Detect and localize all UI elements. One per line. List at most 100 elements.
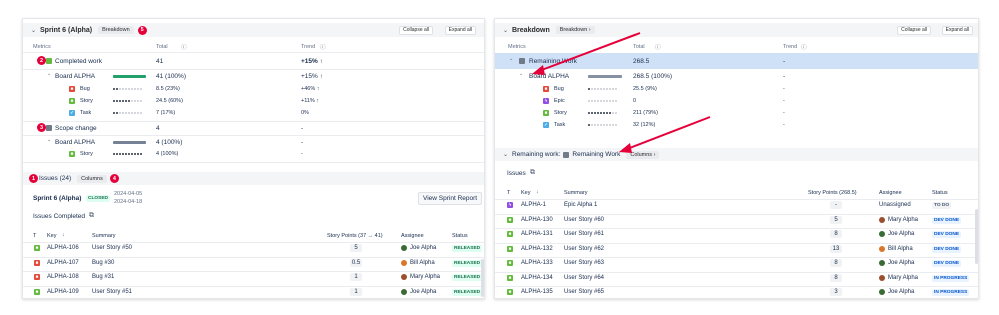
expand-all-button[interactable]: Expand all xyxy=(444,26,476,35)
scope-trend: - xyxy=(301,125,304,132)
columns-button[interactable]: Columns xyxy=(77,174,107,183)
sort-arrow-icon[interactable]: ↓ xyxy=(62,232,65,238)
square-icon xyxy=(46,58,52,64)
annotation-badge-2: 2 xyxy=(37,56,46,65)
board-alpha-trend: +15% ↑ xyxy=(301,73,323,80)
annotation-arrows xyxy=(532,32,711,153)
assignee-name[interactable]: Joe Alpha xyxy=(410,245,436,251)
status-badge[interactable]: RELEASED xyxy=(452,259,483,267)
board-alpha-label[interactable]: Board ALPHA xyxy=(55,73,95,80)
summary-column-header[interactable]: Summary xyxy=(92,233,116,239)
completed-total: 41 xyxy=(156,58,164,65)
issues-completed-title: Issues Completed xyxy=(33,213,86,220)
annotation-arrowhead xyxy=(532,65,545,75)
chevron-down-icon[interactable]: ⌄ xyxy=(31,27,40,34)
proportion-dots xyxy=(113,99,142,102)
issue-key[interactable]: ALPHA-109 xyxy=(47,289,79,295)
completed-trend: +15% ↑ xyxy=(301,58,323,65)
sprint-status-badge: CLOSED xyxy=(86,195,110,202)
bug-label: Bug xyxy=(80,86,90,92)
chevron-down-icon[interactable]: ⌄ xyxy=(47,71,51,77)
row-divider xyxy=(23,285,484,287)
type-column-header: T xyxy=(33,233,37,239)
sprint-start-date: 2024-04-05 xyxy=(114,191,143,197)
avatar xyxy=(401,245,407,251)
issue-summary[interactable]: Bug #31 xyxy=(92,274,114,280)
proportion-dots xyxy=(113,111,142,114)
annotation-arrow-line xyxy=(538,32,641,72)
story-icon: ■ xyxy=(34,288,40,295)
metrics-column-header: Metrics xyxy=(33,44,51,50)
story-icon: ■ xyxy=(69,151,75,157)
assignee-column-header[interactable]: Assignee xyxy=(401,233,424,239)
issue-key[interactable]: ALPHA-107 xyxy=(47,260,79,266)
avatar xyxy=(401,259,407,266)
assignee-name[interactable]: Bill Alpha xyxy=(410,260,435,266)
status-badge[interactable]: RELEASED xyxy=(452,274,483,281)
story-icon: ■ xyxy=(34,245,40,251)
external-link-icon[interactable]: ⧉ xyxy=(89,212,94,220)
story-points-value[interactable]: 0.5 xyxy=(350,258,362,267)
view-sprint-report-button[interactable]: View Sprint Report xyxy=(418,192,483,205)
bug-trend: +46% ↑ xyxy=(301,86,320,92)
issue-key[interactable]: ALPHA-106 xyxy=(47,245,79,251)
screenshot-canvas: { "left": { "header": {"title":"Sprint 6… xyxy=(0,0,999,315)
info-icon: ⓘ xyxy=(320,45,326,51)
scope-story-label: Story xyxy=(80,151,93,157)
scope-change-label[interactable]: Scope change xyxy=(55,125,97,132)
issue-key[interactable]: ALPHA-108 xyxy=(47,274,79,280)
scope-board-label[interactable]: Board ALPHA xyxy=(55,139,95,146)
status-badge[interactable]: RELEASED xyxy=(452,245,483,252)
story-total: 24.5 (60%) xyxy=(156,98,183,104)
annotation-arrow-line xyxy=(626,116,711,150)
scope-story-total: 4 (100%) xyxy=(156,151,179,157)
collapse-all-button[interactable]: Collapse all xyxy=(399,26,433,35)
bug-icon: ■ xyxy=(34,274,40,280)
story-points-column-header[interactable]: Story Points (37 → 41) xyxy=(327,233,383,239)
issue-summary[interactable]: User Story #51 xyxy=(92,289,132,295)
story-points-value[interactable]: 5 xyxy=(350,244,362,252)
task-total: 7 (17%) xyxy=(156,110,176,116)
assignee-name[interactable]: Joe Alpha xyxy=(410,289,436,295)
story-points-value[interactable]: 1 xyxy=(350,287,362,296)
task-icon: ✓ xyxy=(69,110,75,116)
scope-story-trend: - xyxy=(301,151,303,157)
assignee-name[interactable]: Mary Alpha xyxy=(410,274,440,280)
annotation-badge-3: 3 xyxy=(37,123,46,132)
bug-icon: ■ xyxy=(69,86,75,92)
completed-work-label[interactable]: Completed work xyxy=(55,58,102,65)
issue-summary[interactable]: Bug #30 xyxy=(92,260,114,266)
sprint-name[interactable]: Sprint 6 (Alpha) xyxy=(33,195,81,202)
story-trend: +11% ↑ xyxy=(301,98,320,104)
bug-total: 8.5 (23%) xyxy=(156,86,180,92)
square-icon xyxy=(46,125,52,131)
proportion-dots xyxy=(113,152,142,155)
sprint-header[interactable]: ⌄ Sprint 6 (Alpha) Breakdown 5 Collapse … xyxy=(23,23,484,37)
issues-tab[interactable]: Issues (24) xyxy=(39,175,71,182)
proportion-dots xyxy=(113,87,142,90)
sprint-title: Sprint 6 (Alpha) xyxy=(40,26,93,34)
breakdown-pill[interactable]: Breakdown xyxy=(98,26,134,34)
chevron-down-icon[interactable]: ⌄ xyxy=(47,137,51,143)
row-divider xyxy=(23,256,484,258)
issue-summary[interactable]: User Story #50 xyxy=(92,245,132,251)
task-trend: 0% xyxy=(301,110,309,116)
scrollbar[interactable] xyxy=(481,259,484,297)
trend-column-header: Trend xyxy=(301,44,316,50)
scope-board-trend: - xyxy=(301,139,304,146)
info-icon: ⓘ xyxy=(181,45,187,51)
sprint-panel: ⌄ Sprint 6 (Alpha) Breakdown 5 Collapse … xyxy=(22,18,485,299)
status-badge[interactable]: RELEASED xyxy=(452,288,483,296)
story-label: Story xyxy=(80,98,93,104)
scope-board-total: 4 (100%) xyxy=(156,139,183,146)
breakdown-panel: ⌄ Breakdown Breakdown › Collapse all Exp… xyxy=(494,18,979,299)
task-label: Task xyxy=(80,110,92,116)
status-column-header[interactable]: Status xyxy=(452,233,468,239)
avatar xyxy=(401,274,407,280)
story-points-value[interactable]: 1 xyxy=(350,273,362,281)
sprint-end-date: 2024-04-18 xyxy=(114,199,143,205)
scope-total: 4 xyxy=(156,125,160,132)
story-icon: ■ xyxy=(69,98,75,104)
board-alpha-total: 41 (100%) xyxy=(156,73,186,80)
key-column-header[interactable]: Key xyxy=(47,233,56,239)
